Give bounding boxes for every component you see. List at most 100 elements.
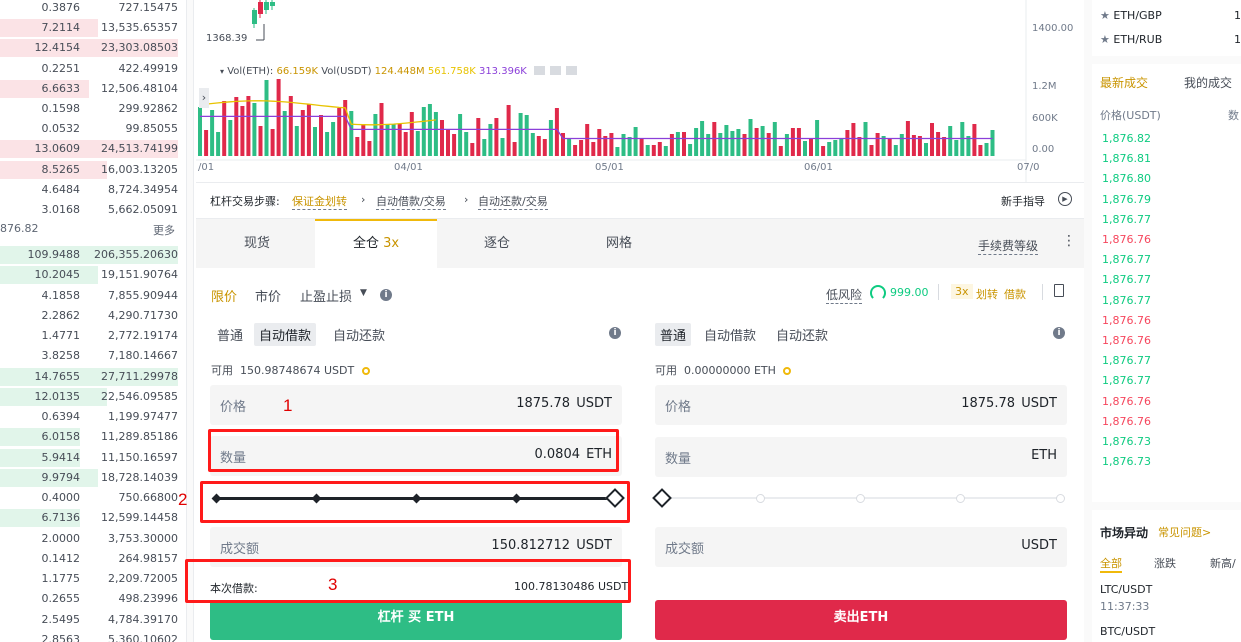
sell-mode-normal[interactable]: 普通 (655, 323, 692, 346)
margin-buy-button[interactable]: 杠杆 买 ETH (210, 600, 622, 640)
info-icon[interactable]: i (380, 289, 392, 301)
tab-movers-all[interactable]: 全部 (1100, 555, 1122, 573)
buy-price-input[interactable]: 价格 1875.78 USDT (210, 385, 622, 425)
beginner-guide-link[interactable]: 新手指导 (1001, 193, 1045, 209)
order-book-ask-row[interactable]: 7.2114 13,535.65357 (0, 18, 186, 38)
order-book-bid-row[interactable]: 5.9414 11,150.16597 (0, 448, 186, 468)
tab-cross-margin[interactable]: 全仓 3x (315, 219, 437, 269)
close-icon[interactable] (566, 66, 578, 75)
order-book-bid-row[interactable]: 0.2655 498.23996 (0, 589, 186, 609)
star-icon[interactable]: ★ (1100, 33, 1110, 46)
sell-mode-auto-borrow[interactable]: 自动借款 (699, 323, 761, 346)
order-book-bid-row[interactable]: 9.9794 18,728.14039 (0, 468, 186, 488)
sell-quantity-input[interactable]: 数量 ETH (655, 437, 1067, 477)
order-book-bid-row[interactable]: 0.1412 264.98157 (0, 549, 186, 569)
order-book-bid-row[interactable]: 4.1858 7,855.90944 (0, 286, 186, 306)
risk-level-label[interactable]: 低风险 (826, 286, 863, 304)
play-icon[interactable]: ▶ (1058, 192, 1072, 206)
order-book-bid-row[interactable]: 6.0158 11,289.85186 (0, 427, 186, 447)
slider-mark-50[interactable] (856, 494, 865, 503)
tab-isolated-margin[interactable]: 逐仓 (436, 219, 558, 269)
buy-available: 可用 150.98748674 USDT (211, 362, 370, 378)
chart-expand-toggle[interactable]: › (199, 88, 209, 108)
tab-latest-trades[interactable]: 最新成交 (1100, 74, 1148, 91)
order-book-bid-row[interactable]: 0.6394 1,199.97477 (0, 407, 186, 427)
order-book-bid-row[interactable]: 2.2862 4,290.71730 (0, 306, 186, 326)
slider-handle[interactable] (652, 488, 672, 508)
order-book-ask-row[interactable]: 3.0168 5,662.05091 (0, 200, 186, 220)
order-book-ask-row[interactable]: 12.4154 23,303.08503 (0, 38, 186, 58)
slider-mark-25[interactable] (756, 494, 765, 503)
order-type-limit[interactable]: 限价 (211, 286, 237, 305)
buy-mode-auto-repay[interactable]: 自动还款 (328, 323, 390, 346)
order-type-market[interactable]: 市价 (255, 286, 281, 305)
mover-pair[interactable]: LTC/USDT (1100, 583, 1152, 596)
buy-mode-normal[interactable]: 普通 (212, 323, 248, 346)
info-icon[interactable]: i (609, 327, 621, 339)
fee-level-link[interactable]: 手续费等级 (978, 237, 1039, 255)
order-book-ask-row[interactable]: 8.5265 16,003.13205 (0, 160, 186, 180)
order-book-ask-row[interactable]: 13.0609 24,513.74199 (0, 139, 186, 159)
add-funds-icon[interactable] (783, 367, 792, 375)
borrow-link[interactable]: 借款 (1004, 286, 1026, 302)
tab-my-trades[interactable]: 我的成交 (1184, 74, 1232, 91)
tab-grid[interactable]: 网格 (558, 219, 680, 269)
sell-amount-slider[interactable] (652, 488, 1065, 508)
chevron-down-icon[interactable]: ▾ (220, 67, 224, 76)
sell-button[interactable]: 卖出ETH (655, 600, 1067, 640)
tab-spot[interactable]: 现货 (196, 219, 318, 269)
order-book-bid-row[interactable]: 0.4000 750.66800 (0, 488, 186, 508)
more-vertical-icon[interactable]: ⋮ (1062, 233, 1076, 249)
info-icon[interactable]: i (1053, 327, 1065, 339)
order-book-ask-row[interactable]: 0.3876 727.15475 (0, 0, 186, 18)
calculator-icon[interactable] (1054, 284, 1064, 297)
sell-total-input[interactable]: 成交额 USDT (655, 527, 1067, 567)
settings-icon[interactable] (550, 66, 562, 75)
order-book-ask-row[interactable]: 0.2251 422.49919 (0, 59, 186, 79)
order-book-bid-row[interactable]: 2.8563 5,360.10602 (0, 630, 186, 642)
order-book-bid-row[interactable]: 2.5495 4,784.39170 (0, 610, 186, 630)
order-book-ask-row[interactable]: 0.1598 299.92862 (0, 99, 186, 119)
favorite-pair[interactable]: ★ ETH/GBP (1100, 9, 1162, 22)
ma2-value: 313.396K (478, 66, 527, 77)
order-book-more-link[interactable]: 更多 (153, 222, 175, 238)
add-funds-icon[interactable] (361, 367, 370, 375)
favorite-pair[interactable]: ★ ETH/RUB (1100, 33, 1162, 46)
transfer-link[interactable]: 划转 (976, 286, 998, 302)
ma-line-purple (200, 115, 993, 140)
tab-movers-new-high[interactable]: 新高/ (1210, 555, 1236, 571)
order-book-bid-row[interactable]: 6.7136 12,599.14458 (0, 508, 186, 528)
order-book-bid-row[interactable]: 2.0000 3,753.30000 (0, 529, 186, 549)
order-book-ask-row[interactable]: 0.0532 99.85055 (0, 119, 186, 139)
order-book-ask-row[interactable]: 4.6484 8,724.34954 (0, 180, 186, 200)
order-book-bid-row[interactable]: 1.1775 2,209.72005 (0, 569, 186, 589)
order-book-bid-row[interactable]: 109.9488 206,355.20630 (0, 245, 186, 265)
order-book-bid-row[interactable]: 1.4771 2,772.19174 (0, 326, 186, 346)
leverage-chip[interactable]: 3x (951, 284, 973, 299)
volume-bar (615, 147, 620, 156)
order-book-ask-row[interactable]: 6.6633 12,506.48104 (0, 79, 186, 99)
step-transfer-link[interactable]: 保证金划转 (292, 193, 347, 210)
caret-down-icon[interactable]: ▼ (360, 288, 367, 298)
price-chart[interactable]: 1368.39 1400.00 1.2M 600K 0.00 /01 04/01… (196, 0, 1084, 182)
sell-mode-auto-repay[interactable]: 自动还款 (771, 323, 833, 346)
slider-mark-100[interactable] (1056, 494, 1065, 503)
mover-pair[interactable]: BTC/USDT (1100, 625, 1155, 638)
tab-movers-change[interactable]: 涨跌 (1154, 555, 1176, 571)
order-book-bid-row[interactable]: 12.0135 22,546.09585 (0, 387, 186, 407)
vol-axis-label: 1.2M (1032, 81, 1057, 92)
eye-icon[interactable] (534, 66, 546, 75)
sell-price-input[interactable]: 价格 1875.78 USDT (655, 385, 1067, 425)
order-book-bid-row[interactable]: 10.2045 19,151.90764 (0, 265, 186, 285)
star-icon[interactable]: ★ (1100, 9, 1110, 22)
faq-link[interactable]: 常见问题> (1158, 524, 1211, 540)
market-movers-title: 市场异动 (1100, 526, 1149, 540)
step-repay-link[interactable]: 自动还款/交易 (478, 193, 548, 210)
slider-mark-75[interactable] (956, 494, 965, 503)
step-borrow-link[interactable]: 自动借款/交易 (376, 193, 446, 210)
order-book-bid-row[interactable]: 14.7655 27,711.29978 (0, 367, 186, 387)
volume-bar (954, 140, 959, 156)
buy-mode-auto-borrow[interactable]: 自动借款 (254, 323, 317, 346)
order-book-bid-row[interactable]: 3.8258 7,180.14667 (0, 346, 186, 366)
order-type-stop[interactable]: 止盈止损 (300, 286, 352, 305)
